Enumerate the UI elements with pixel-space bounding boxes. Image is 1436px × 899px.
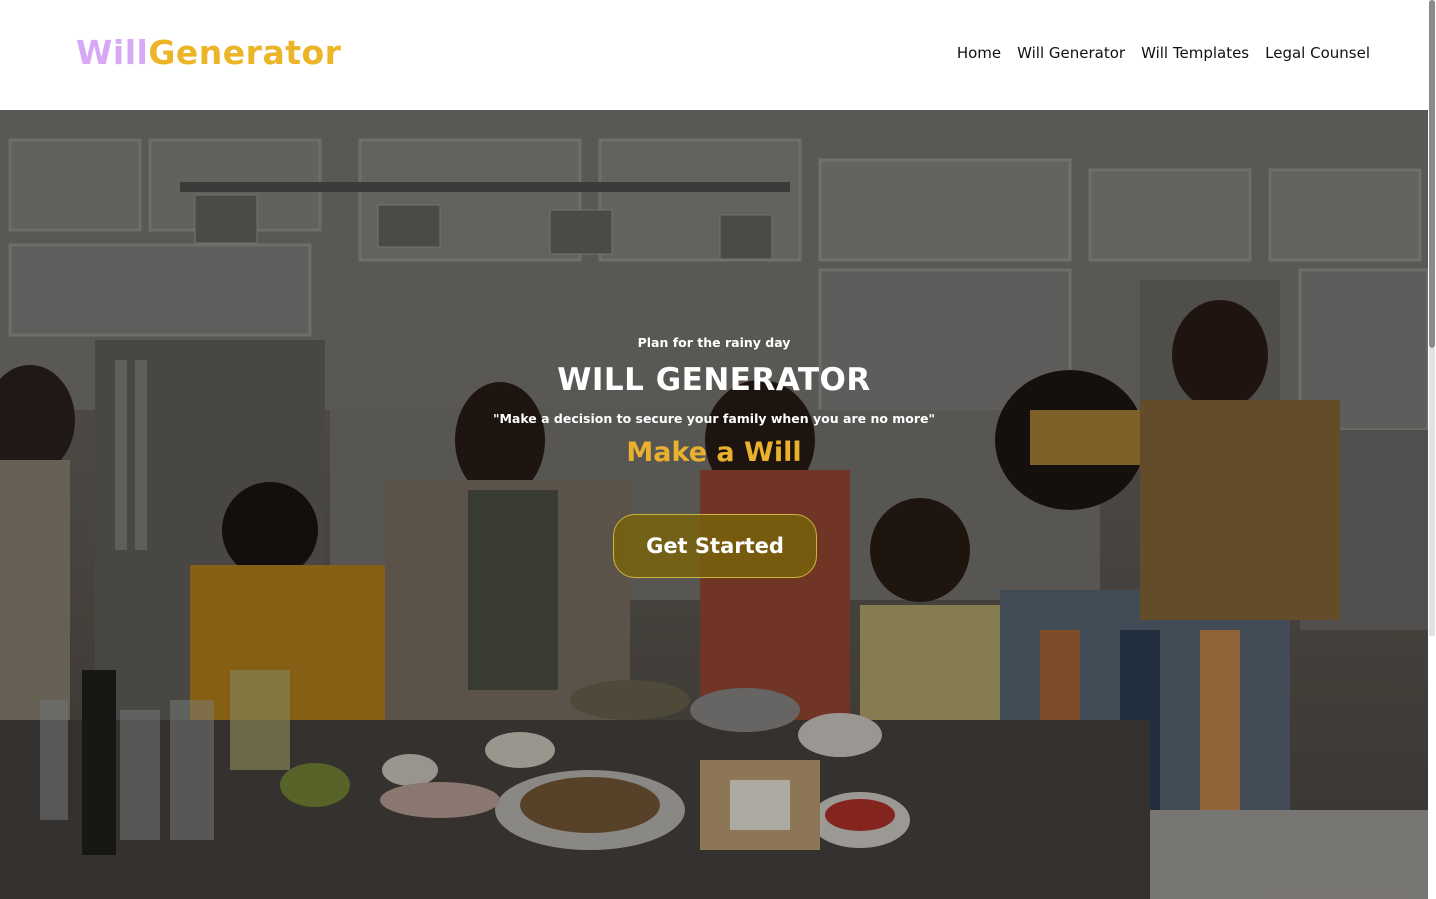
logo-part-will: Will	[76, 33, 149, 72]
site-logo[interactable]: WillGenerator	[76, 30, 341, 76]
nav-legal-counsel[interactable]: Legal Counsel	[1265, 42, 1370, 64]
hero-section: Plan for the rainy day WILL GENERATOR "M…	[0, 110, 1428, 899]
scrollbar-thumb[interactable]	[1429, 0, 1435, 348]
scrollbar-track-lower	[1429, 348, 1435, 636]
hero-cta-text: Make a Will	[626, 437, 802, 468]
nav-will-generator[interactable]: Will Generator	[1017, 42, 1125, 64]
logo-part-generator: Generator	[148, 33, 342, 72]
site-header: WillGenerator Home Will Generator Will T…	[0, 0, 1428, 110]
main-nav: Home Will Generator Will Templates Legal…	[957, 42, 1370, 64]
hero-quote: "Make a decision to secure your family w…	[492, 411, 936, 426]
nav-will-templates[interactable]: Will Templates	[1141, 42, 1249, 64]
hero-tagline: Plan for the rainy day	[637, 335, 791, 350]
hero-title: WILL GENERATOR	[557, 362, 871, 398]
hero-dark-overlay	[0, 110, 1428, 899]
get-started-button[interactable]: Get Started	[613, 514, 817, 578]
nav-home[interactable]: Home	[957, 42, 1001, 64]
